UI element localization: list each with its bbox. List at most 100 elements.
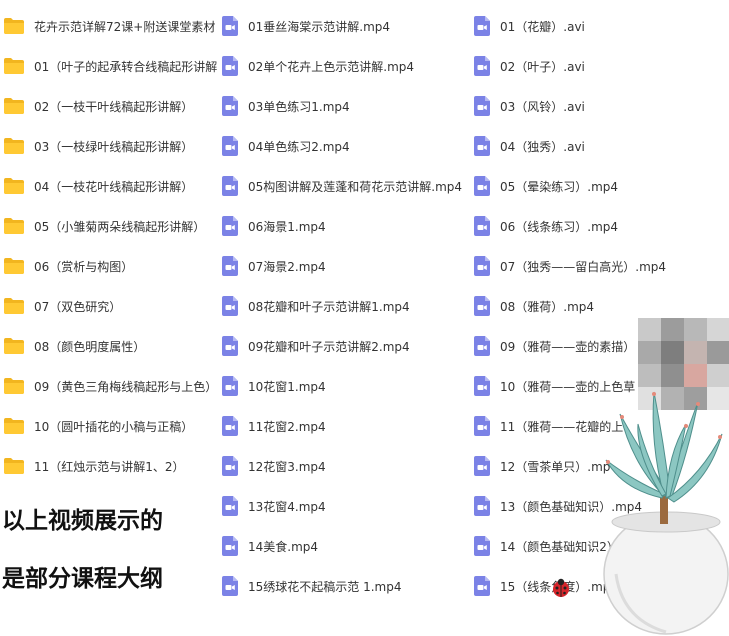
video-file-item[interactable]: 06（线条练习）.mp4 [472, 206, 729, 246]
video-file-item[interactable]: 09花瓣和叶子示范讲解2.mp4 [220, 326, 472, 366]
video-file-item[interactable]: 02（叶子）.avi [472, 46, 729, 86]
folder-item[interactable]: 01（叶子的起承转合线稿起形讲解 [0, 46, 220, 86]
file-name: 06海景1.mp4 [248, 219, 326, 234]
video-file-item[interactable]: 15绣球花不起稿示范 1.mp4 [220, 566, 472, 606]
video-file-icon [474, 176, 490, 196]
file-name: 01垂丝海棠示范讲解.mp4 [248, 19, 391, 34]
folder-name: 08（颜色明度属性） [34, 339, 146, 354]
video-file-icon [222, 96, 238, 116]
file-name: 04（独秀）.avi [500, 139, 585, 154]
folder-icon [4, 378, 24, 394]
video-file-item[interactable]: 14美食.mp4 [220, 526, 472, 566]
folder-item[interactable]: 04（一枝花叶线稿起形讲解） [0, 166, 220, 206]
video-file-item[interactable]: 03单色练习1.mp4 [220, 86, 472, 126]
file-name: 15绣球花不起稿示范 1.mp4 [248, 579, 402, 594]
file-name: 10花窗1.mp4 [248, 379, 326, 394]
file-name: 13花窗4.mp4 [248, 499, 326, 514]
file-name: 07（独秀——留白高光）.mp4 [500, 259, 667, 274]
video-file-icon [222, 256, 238, 276]
video-list-middle: 01垂丝海棠示范讲解.mp4 02单个花卉上色示范讲解.mp4 03单色练习1.mp… [220, 0, 472, 606]
file-name: 05（晕染练习）.mp4 [500, 179, 619, 194]
video-file-item[interactable]: 13花窗4.mp4 [220, 486, 472, 526]
folder-item[interactable]: 05（小雏菊两朵线稿起形讲解） [0, 206, 220, 246]
ladybug-icon [553, 578, 569, 597]
folder-item[interactable]: 花卉示范详解72课+附送课堂素材 [0, 6, 220, 46]
folder-icon [4, 138, 24, 154]
file-name: 09（雅荷——壶的素描） [500, 339, 636, 354]
file-name: 12（雪茶单只）.mp [500, 459, 611, 474]
folder-item[interactable]: 07（双色研究） [0, 286, 220, 326]
video-file-item[interactable]: 07海景2.mp4 [220, 246, 472, 286]
folder-icon [4, 98, 24, 114]
folder-item[interactable]: 08（颜色明度属性） [0, 326, 220, 366]
video-file-item[interactable]: 04单色练习2.mp4 [220, 126, 472, 166]
file-name: 02（叶子）.avi [500, 59, 585, 74]
folder-item[interactable]: 02（一枝干叶线稿起形讲解） [0, 86, 220, 126]
folder-icon [4, 58, 24, 74]
video-file-item[interactable]: 03（风铃）.avi [472, 86, 729, 126]
folder-name: 07（双色研究） [34, 299, 122, 314]
video-file-icon [474, 136, 490, 156]
file-name: 08（雅荷）.mp4 [500, 299, 595, 314]
file-name: 08花瓣和叶子示范讲解1.mp4 [248, 299, 410, 314]
video-file-icon [222, 376, 238, 396]
folder-item[interactable]: 03（一枝绿叶线稿起形讲解） [0, 126, 220, 166]
video-file-item[interactable]: 10花窗1.mp4 [220, 366, 472, 406]
folder-list: 花卉示范详解72课+附送课堂素材 01（叶子的起承转合线稿起形讲解 02（一枝干叶线… [0, 0, 220, 486]
video-file-item[interactable]: 11花窗2.mp4 [220, 406, 472, 446]
folder-item[interactable]: 10（圆叶插花的小稿与正稿） [0, 406, 220, 446]
file-name: 07海景2.mp4 [248, 259, 326, 274]
folder-item[interactable]: 06（赏析与构图） [0, 246, 220, 286]
video-file-icon [222, 16, 238, 36]
folder-icon [4, 418, 24, 434]
video-file-item[interactable]: 05（晕染练习）.mp4 [472, 166, 729, 206]
folder-icon [4, 18, 24, 34]
video-file-icon [474, 16, 490, 36]
video-file-item[interactable]: 06海景1.mp4 [220, 206, 472, 246]
video-file-icon [222, 416, 238, 436]
video-file-item[interactable]: 05构图讲解及莲蓬和荷花示范讲解.mp4 [220, 166, 472, 206]
video-file-icon [474, 256, 490, 276]
file-name: 09花瓣和叶子示范讲解2.mp4 [248, 339, 410, 354]
video-file-icon [222, 496, 238, 516]
folder-name: 02（一枝干叶线稿起形讲解） [34, 99, 194, 114]
folder-name: 05（小雏菊两朵线稿起形讲解） [34, 219, 206, 234]
folder-icon [4, 178, 24, 194]
folder-icon [4, 298, 24, 314]
folder-name: 01（叶子的起承转合线稿起形讲解 [34, 59, 218, 74]
folder-item[interactable]: 09（黄色三角梅线稿起形与上色） [0, 366, 220, 406]
video-file-icon [474, 496, 490, 516]
video-file-item[interactable]: 01（花瓣）.avi [472, 6, 729, 46]
video-file-item[interactable]: 02单个花卉上色示范讲解.mp4 [220, 46, 472, 86]
folder-name: 06（赏析与构图） [34, 259, 134, 274]
video-file-icon [474, 336, 490, 356]
folder-name: 04（一枝花叶线稿起形讲解） [34, 179, 194, 194]
video-file-icon [474, 416, 490, 436]
file-name: 03（风铃）.avi [500, 99, 585, 114]
video-file-item[interactable]: 01垂丝海棠示范讲解.mp4 [220, 6, 472, 46]
folder-icon [4, 458, 24, 474]
caption-line-1: 以上视频展示的 [2, 508, 163, 534]
video-file-icon [474, 536, 490, 556]
video-file-icon [474, 96, 490, 116]
video-file-icon [474, 376, 490, 396]
video-file-item[interactable]: 12花窗3.mp4 [220, 446, 472, 486]
video-file-icon [474, 576, 490, 596]
video-file-icon [474, 216, 490, 236]
video-file-icon [222, 536, 238, 556]
folder-name: 花卉示范详解72课+附送课堂素材 [34, 19, 216, 34]
folder-item[interactable]: 11（红烛示范与讲解1、2） [0, 446, 220, 486]
file-name: 02单个花卉上色示范讲解.mp4 [248, 59, 415, 74]
folder-name: 10（圆叶插花的小稿与正稿） [34, 419, 194, 434]
video-file-icon [474, 456, 490, 476]
video-file-item[interactable]: 07（独秀——留白高光）.mp4 [472, 246, 729, 286]
folder-icon [4, 258, 24, 274]
file-name: 12花窗3.mp4 [248, 459, 326, 474]
video-file-item[interactable]: 08花瓣和叶子示范讲解1.mp4 [220, 286, 472, 326]
folder-name: 11（红烛示范与讲解1、2） [34, 459, 185, 474]
video-file-icon [222, 296, 238, 316]
file-name: 14美食.mp4 [248, 539, 319, 554]
video-file-icon [222, 456, 238, 476]
video-file-item[interactable]: 04（独秀）.avi [472, 126, 729, 166]
video-file-icon [222, 176, 238, 196]
